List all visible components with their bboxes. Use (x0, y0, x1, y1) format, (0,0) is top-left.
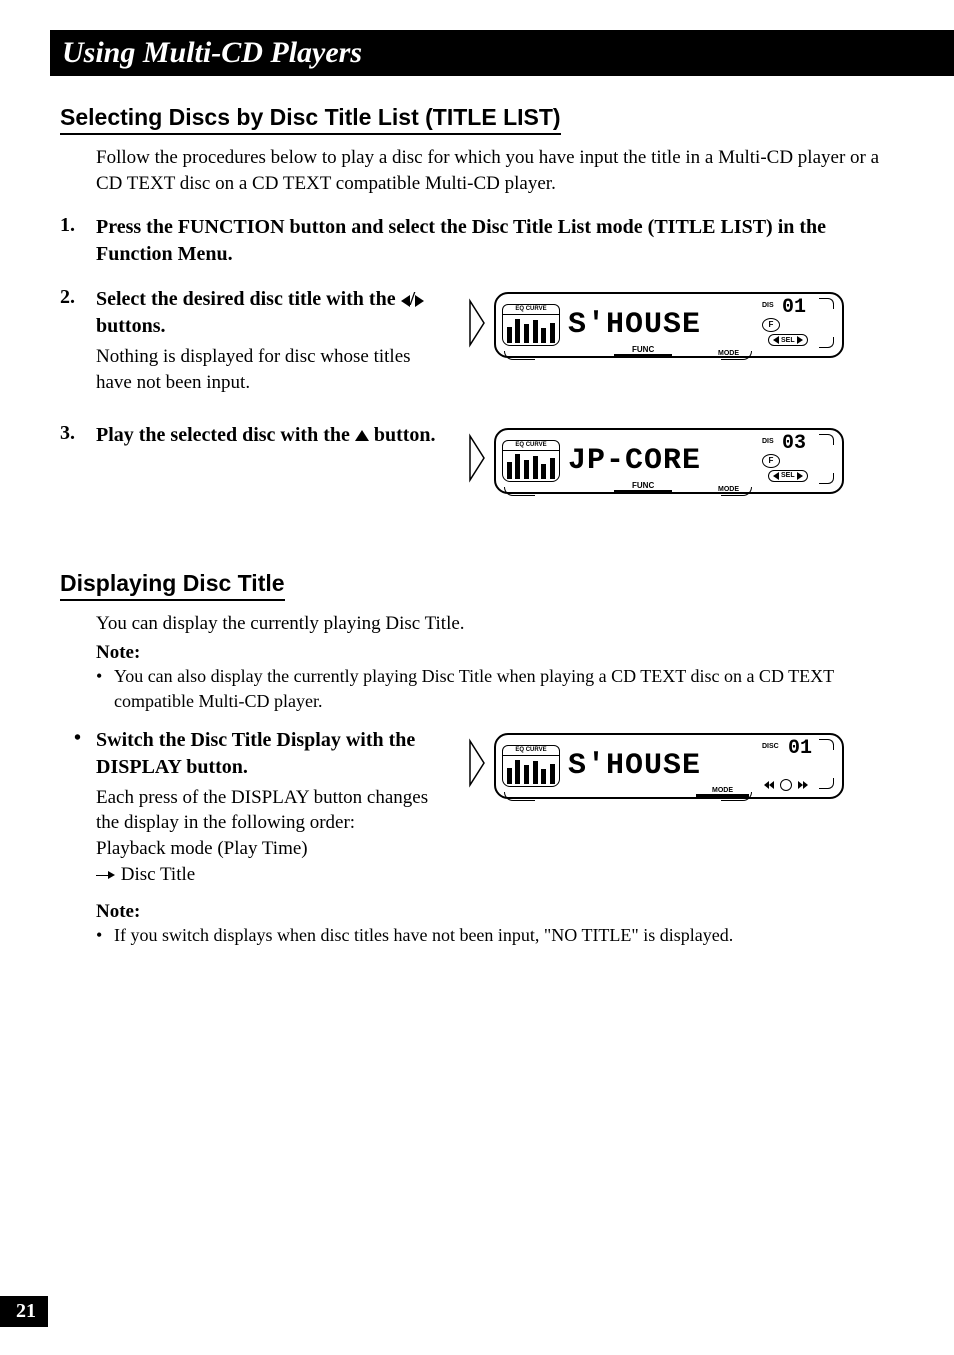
bracket-deco (504, 351, 535, 360)
step-2-instruction: Select the desired disc title with the /… (96, 286, 436, 340)
step-3: 3. Play the selected disc with the butto… (60, 422, 894, 494)
disc-label: DISC (762, 743, 779, 750)
display-switch-text1: Each press of the DISPLAY button changes… (96, 785, 436, 836)
step-3-instruction: Play the selected disc with the button. (96, 422, 436, 449)
f-indicator: F (762, 318, 780, 332)
func-label: FUNC (614, 345, 672, 358)
bullet-mark: • (60, 727, 96, 888)
step-2-bold-a: Select the desired disc title with the (96, 288, 401, 310)
display-panel-step2: EQ CURVE S'HOUSE DIS 01 F (466, 292, 844, 358)
step-3-num: 3. (60, 422, 96, 445)
bracket-icon (819, 473, 834, 484)
step-2-num: 2. (60, 286, 96, 309)
display-switch-text2: Playback mode (Play Time) (96, 836, 436, 862)
note-2-text: If you switch displays when disc titles … (114, 923, 733, 947)
lcd-text-section2: S'HOUSE (568, 749, 758, 783)
bracket-deco (504, 487, 535, 496)
bracket-deco (721, 792, 752, 801)
right-cluster: DIS 01 F SEL (758, 298, 836, 352)
step-3-bold-a: Play the selected disc with the (96, 424, 355, 446)
track-controls (764, 779, 808, 791)
eq-curve-label: EQ CURVE (503, 746, 559, 756)
bracket-icon (819, 778, 834, 789)
section2-intro: You can display the currently playing Di… (96, 611, 894, 637)
eq-curve-block: EQ CURVE (502, 745, 560, 787)
disc-label: DIS (762, 438, 774, 445)
page: Using Multi-CD Players Selecting Discs b… (0, 0, 954, 1355)
display-switch-step: • Switch the Disc Title Display with the… (60, 727, 894, 888)
prev-track-icon (764, 781, 774, 789)
eq-curve-block: EQ CURVE (502, 304, 560, 346)
title-bar: Using Multi-CD Players (50, 30, 954, 76)
display-panel-step3: EQ CURVE JP-CORE DIS 03 F (466, 428, 844, 494)
disc-number: 01 (782, 296, 806, 319)
eq-curve-block: EQ CURVE (502, 440, 560, 482)
note-2: • If you switch displays when disc title… (96, 923, 894, 947)
eq-curve-label: EQ CURVE (503, 441, 559, 451)
pointer-icon (466, 297, 488, 354)
display-switch-text3: Disc Title (96, 862, 436, 888)
tri-left-icon (773, 336, 779, 344)
tri-right-icon (797, 336, 803, 344)
right-cluster-alt: DISC 01 (758, 739, 836, 793)
bracket-icon (819, 337, 834, 348)
tri-left-icon (773, 472, 779, 480)
disc-label: DIS (762, 302, 774, 309)
right-arrow-icon (415, 295, 424, 307)
display-switch-bold: Switch the Disc Title Display with the D… (96, 727, 436, 781)
lcd-text-step2: S'HOUSE (568, 308, 758, 342)
step-2-bold-b: buttons. (96, 315, 165, 337)
step-1-num: 1. (60, 214, 96, 237)
note-2-label: Note: (96, 901, 894, 923)
func-label: FUNC (614, 481, 672, 494)
bracket-deco (721, 351, 752, 360)
bracket-icon (819, 298, 834, 309)
sel-indicator: SEL (768, 334, 808, 346)
section1-intro: Follow the procedures below to play a di… (96, 145, 894, 196)
disc-title-label: Disc Title (121, 864, 195, 885)
bracket-deco (504, 792, 535, 801)
f-indicator: F (762, 454, 780, 468)
sel-label: SEL (781, 337, 795, 344)
bracket-icon (819, 434, 834, 445)
step-1-instruction: Press the FUNCTION button and select the… (96, 214, 894, 268)
page-number: 21 (0, 1296, 48, 1327)
step-2: 2. Select the desired disc title with th… (60, 286, 894, 395)
section-heading-displaying: Displaying Disc Title (60, 570, 285, 601)
lcd-text-step3: JP-CORE (568, 444, 758, 478)
tri-right-icon (797, 472, 803, 480)
up-arrow-icon (355, 430, 369, 441)
left-arrow-icon (401, 295, 410, 307)
step-3-bold-b: button. (369, 424, 436, 446)
disc-number: 03 (782, 432, 806, 455)
bracket-icon (819, 739, 834, 750)
step-1: 1. Press the FUNCTION button and select … (60, 214, 894, 268)
disc-number: 01 (788, 737, 812, 760)
sel-indicator: SEL (768, 470, 808, 482)
display-panel-section2: EQ CURVE S'HOUSE DISC 01 (466, 733, 844, 799)
bracket-deco (721, 487, 752, 496)
title-bar-text: Using Multi-CD Players (62, 36, 362, 69)
step-2-text: Nothing is displayed for disc whose titl… (96, 344, 436, 395)
next-track-icon (798, 781, 808, 789)
circle-icon (780, 779, 792, 791)
note-1-label: Note: (96, 642, 894, 664)
pointer-icon (466, 737, 488, 794)
section-heading-title-list: Selecting Discs by Disc Title List (TITL… (60, 104, 561, 135)
pointer-icon (466, 432, 488, 489)
note-1-text: You can also display the currently playi… (114, 664, 894, 713)
eq-curve-label: EQ CURVE (503, 305, 559, 315)
sel-label: SEL (781, 472, 795, 479)
note-1: • You can also display the currently pla… (96, 664, 894, 713)
right-cluster: DIS 03 F SEL (758, 434, 836, 488)
